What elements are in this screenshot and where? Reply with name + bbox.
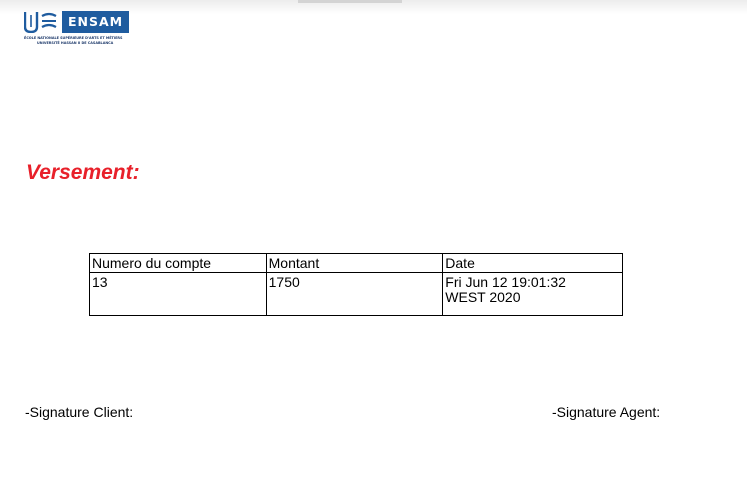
- column-header-date: Date: [442, 253, 623, 273]
- page-title: Versement:: [26, 161, 140, 184]
- logo-wordmark: ENSAM: [62, 11, 129, 33]
- logo-subtitle-school: ÉCOLE NATIONALE SUPÉRIEURE D'ARTS ET MÉT…: [24, 36, 123, 40]
- table-header-row: Numero du compte Montant Date: [89, 253, 623, 273]
- cell-amount: 1750: [265, 272, 444, 316]
- scroll-indicator: [298, 0, 402, 3]
- university-logo-icon: [24, 12, 57, 33]
- signature-agent-label: -Signature Agent:: [552, 404, 661, 420]
- table-row: 13 1750 Fri Jun 12 19:01:32 WEST 2020: [89, 272, 623, 316]
- signature-client-label: -Signature Client:: [25, 404, 134, 420]
- column-header-amount: Montant: [265, 253, 444, 273]
- transaction-table: Numero du compte Montant Date 13 1750 Fr…: [89, 253, 623, 316]
- ensam-logo: ENSAM ÉCOLE NATIONALE SUPÉRIEURE D'ARTS …: [24, 11, 144, 51]
- cell-account-number: 13: [89, 272, 267, 316]
- column-header-account: Numero du compte: [89, 253, 267, 273]
- cell-date: Fri Jun 12 19:01:32 WEST 2020: [442, 272, 623, 316]
- logo-subtitle-university: UNIVERSITÉ HASSAN II DE CASABLANCA: [37, 41, 114, 45]
